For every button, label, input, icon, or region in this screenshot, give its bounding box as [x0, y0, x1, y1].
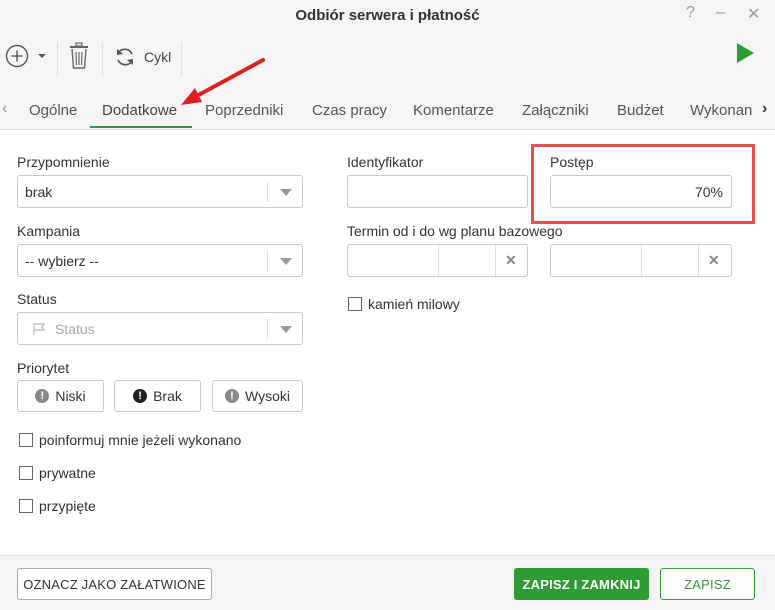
status-placeholder: Status	[55, 321, 95, 337]
identifier-label: Identyfikator	[347, 154, 424, 170]
tab-general[interactable]: Ogólne	[29, 102, 77, 119]
toolbar-divider	[102, 42, 103, 76]
tab-budget[interactable]: Budżet	[617, 102, 664, 119]
clear-icon[interactable]: ✕	[708, 252, 720, 269]
priority-low-button[interactable]: ! Niski	[17, 380, 104, 412]
close-button[interactable]: ✕	[747, 4, 760, 24]
toolbar-divider	[57, 42, 58, 76]
refresh-icon	[117, 48, 133, 66]
status-select[interactable]: Status	[17, 312, 303, 345]
start-button[interactable]	[735, 42, 755, 64]
status-label: Status	[17, 291, 57, 307]
campaign-select[interactable]: -- wybierz --	[17, 244, 303, 277]
input-divider	[438, 245, 439, 276]
chevron-down-icon	[280, 258, 292, 265]
chevron-down-icon	[280, 189, 292, 196]
checkbox-box	[19, 499, 33, 513]
window-title: Odbiór serwera i płatność	[295, 7, 480, 24]
checkbox-box	[19, 466, 33, 480]
priority-none-button[interactable]: ! Brak	[114, 380, 201, 412]
checkbox-box	[348, 297, 362, 311]
delete-button[interactable]	[68, 42, 90, 70]
reminder-value: brak	[25, 184, 53, 200]
priority-label: Priorytet	[17, 360, 70, 376]
private-label: prywatne	[39, 465, 96, 481]
private-checkbox[interactable]: prywatne	[19, 465, 96, 481]
priority-low-label: Niski	[55, 388, 86, 404]
milestone-label: kamień milowy	[368, 296, 460, 312]
trash-icon	[70, 42, 88, 69]
priority-none-label: Brak	[153, 388, 182, 404]
priority-high-label: Wysoki	[245, 388, 290, 404]
notify-label: poinformuj mnie jeżeli wykonano	[39, 432, 242, 448]
save-button[interactable]: ZAPISZ	[660, 568, 755, 600]
active-tab-indicator	[90, 126, 192, 128]
tabs-scroll-right-icon[interactable]: ›	[762, 100, 767, 118]
select-divider	[267, 182, 268, 202]
identifier-input[interactable]	[347, 175, 528, 208]
clear-icon[interactable]: ✕	[505, 252, 517, 269]
chevron-down-icon	[280, 326, 292, 333]
minimize-button[interactable]: –	[716, 4, 725, 22]
footer: OZNACZ JAKO ZAŁATWIONE ZAPISZ I ZAMKNIJ …	[0, 555, 775, 610]
toolbar: Cykl	[0, 32, 775, 82]
baseline-from-input[interactable]: ✕	[347, 244, 528, 277]
exclamation-icon: !	[133, 389, 148, 403]
pinned-label: przypięte	[39, 498, 96, 514]
add-button[interactable]	[5, 44, 49, 68]
notify-checkbox[interactable]: poinformuj mnie jeżeli wykonano	[19, 432, 241, 448]
save-close-button[interactable]: ZAPISZ I ZAMKNIJ	[514, 568, 649, 600]
input-divider	[698, 245, 699, 276]
select-divider	[267, 319, 268, 339]
priority-high-button[interactable]: ! Wysoki	[212, 380, 303, 412]
reminder-select[interactable]: brak	[17, 175, 303, 208]
pinned-checkbox[interactable]: przypięte	[19, 498, 96, 514]
baseline-term-label: Termin od i do wg planu bazowego	[347, 223, 563, 239]
plus-circle-icon	[5, 44, 29, 68]
mark-done-button[interactable]: OZNACZ JAKO ZAŁATWIONE	[17, 568, 212, 600]
milestone-checkbox[interactable]: kamień milowy	[348, 296, 460, 312]
baseline-to-input[interactable]: ✕	[550, 244, 732, 277]
campaign-value: -- wybierz --	[25, 253, 99, 269]
annotation-highlight-box	[531, 144, 755, 224]
select-divider	[267, 251, 268, 271]
exclamation-icon: !	[225, 389, 239, 403]
tab-comments[interactable]: Komentarze	[413, 102, 494, 119]
campaign-label: Kampania	[17, 223, 81, 239]
reminder-label: Przypomnienie	[17, 154, 110, 170]
input-divider	[495, 245, 496, 276]
annotation-arrow-icon	[181, 58, 265, 105]
tab-additional[interactable]: Dodatkowe	[102, 102, 177, 119]
tab-bar: ‹ Ogólne Dodatkowe Poprzedniki Czas prac…	[0, 82, 775, 130]
tabs-scroll-left-icon[interactable]: ‹	[2, 100, 7, 118]
title-bar: Odbiór serwera i płatność ? – ✕	[0, 0, 775, 32]
flag-icon	[33, 323, 46, 335]
tab-work-time[interactable]: Czas pracy	[312, 102, 387, 119]
help-button[interactable]: ?	[686, 4, 695, 22]
chevron-down-icon	[38, 54, 46, 58]
exclamation-icon: !	[35, 389, 50, 403]
cycle-button[interactable]: Cykl	[113, 45, 171, 69]
input-divider	[641, 245, 642, 276]
checkbox-box	[19, 433, 33, 447]
play-icon	[737, 43, 754, 63]
tab-attachments[interactable]: Załączniki	[522, 102, 589, 119]
cycle-label: Cykl	[144, 49, 172, 65]
tab-execution[interactable]: Wykonan	[690, 102, 752, 119]
